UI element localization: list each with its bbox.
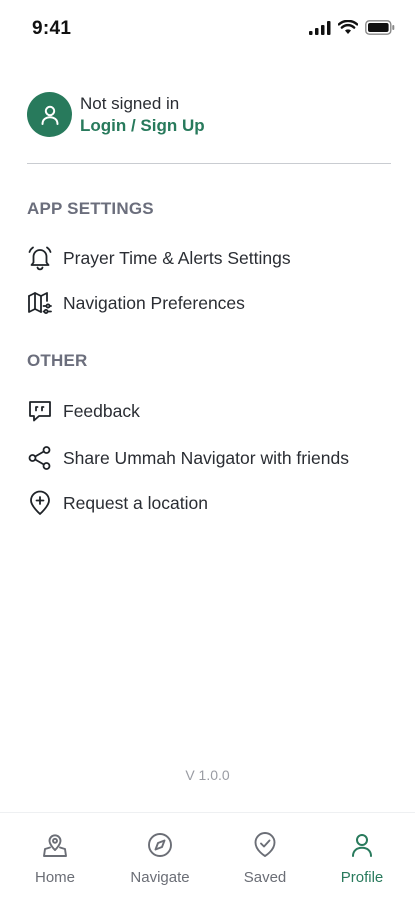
map-settings-icon <box>27 290 53 316</box>
user-icon <box>41 105 58 125</box>
tab-navigate[interactable]: Navigate <box>120 831 200 886</box>
status-icons <box>309 20 395 35</box>
menu-item-navigation-preferences[interactable]: Navigation Preferences <box>27 288 245 318</box>
avatar <box>27 92 72 137</box>
menu-item-label: Share Ummah Navigator with friends <box>63 447 349 468</box>
share-icon <box>27 445 53 471</box>
tab-label: Home <box>34 869 75 886</box>
tab-bar: Home Navigate Saved Profile <box>0 812 415 899</box>
menu-item-feedback[interactable]: Feedback <box>27 396 140 426</box>
alarm-bell-icon <box>27 245 53 271</box>
tab-label: Navigate <box>130 869 190 886</box>
battery-icon <box>365 20 395 35</box>
tab-home[interactable]: Home <box>15 831 95 886</box>
menu-item-request-location[interactable]: Request a location <box>27 488 208 518</box>
menu-item-share-app[interactable]: Share Ummah Navigator with friends <box>27 443 349 473</box>
tab-label: Saved <box>243 869 287 886</box>
wifi-icon <box>338 20 358 34</box>
tab-profile[interactable]: Profile <box>322 831 402 886</box>
status-time: 9:41 <box>32 18 72 39</box>
menu-item-label: Navigation Preferences <box>63 292 245 313</box>
sign-in-status: Not signed in <box>80 93 180 113</box>
saved-shield-icon <box>254 832 276 857</box>
chat-bubble-icon <box>27 398 53 424</box>
tab-saved[interactable]: Saved <box>225 831 305 886</box>
cellular-signal-icon <box>309 20 331 35</box>
account-header: Not signed in Login / Sign Up <box>27 92 205 137</box>
login-signup-link[interactable]: Login / Sign Up <box>80 114 205 137</box>
status-bar: 9:41 <box>0 0 415 58</box>
menu-item-label: Feedback <box>63 400 140 421</box>
menu-item-prayer-alerts[interactable]: Prayer Time & Alerts Settings <box>27 243 291 273</box>
app-version: V 1.0.0 <box>185 767 230 783</box>
add-location-icon <box>27 490 53 516</box>
tab-label: Profile <box>340 869 384 886</box>
user-icon <box>352 834 372 857</box>
section-title-other: OTHER <box>27 351 88 370</box>
menu-item-label: Request a location <box>63 492 208 513</box>
menu-item-label: Prayer Time & Alerts Settings <box>63 247 291 268</box>
home-pin-icon <box>43 834 67 857</box>
section-title-app-settings: APP SETTINGS <box>27 199 154 218</box>
divider <box>27 163 391 164</box>
compass-icon <box>148 833 172 857</box>
